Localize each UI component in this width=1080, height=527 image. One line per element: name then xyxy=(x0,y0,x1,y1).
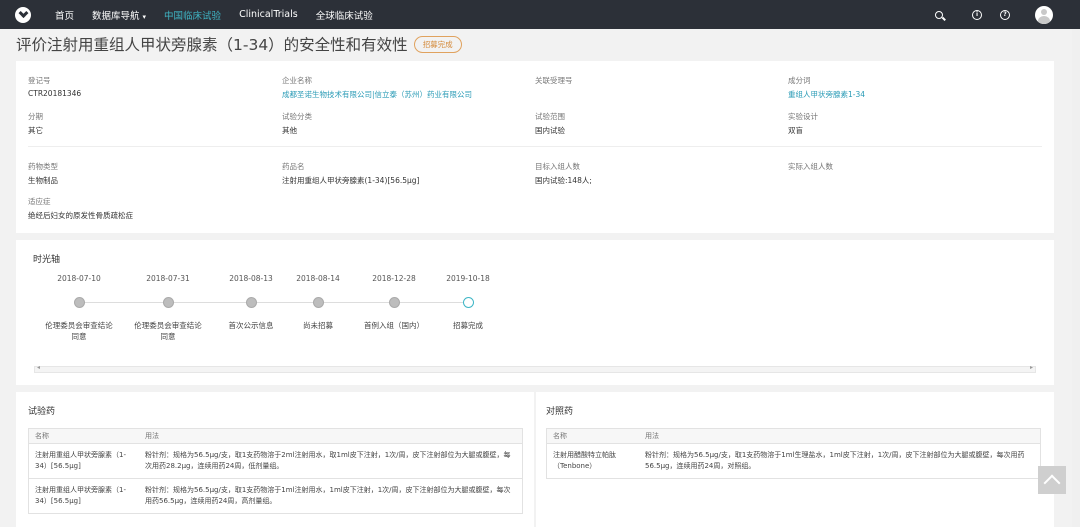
timeline-date: 2018-07-10 xyxy=(57,274,101,283)
scope-value: 国内试验 xyxy=(535,126,565,135)
search-icon[interactable] xyxy=(933,9,945,21)
timeline-event-text: 伦理委员会审查结论同意 xyxy=(134,321,202,341)
drug-name-cell: 注射用重组人甲状旁腺素（1-34）[56.5μg] xyxy=(35,486,126,505)
drug-usage-cell: 粉针剂：规格为56.5μg/支，取1支药物溶于2ml注射用水，取1ml皮下注射，… xyxy=(145,451,511,470)
avatar[interactable] xyxy=(1035,5,1053,24)
timeline-event: 2019-10-18 招募完成 xyxy=(423,274,513,331)
table-row: 注射用重组人甲状旁腺素（1-34）[56.5μg] 粉针剂：规格为56.5μg/… xyxy=(29,479,522,514)
drug-name-value: 注射用重组人甲状旁腺素(1-34)[56.5μg] xyxy=(282,176,420,185)
timeline-event-text: 伦理委员会审查结论同意 xyxy=(45,321,113,341)
phase-label: 分期 xyxy=(28,112,43,121)
timeline-dot[interactable] xyxy=(162,297,174,308)
timeline-title: 时光轴 xyxy=(33,255,61,265)
trial-drug-table: 名称 用法 注射用重组人甲状旁腺素（1-34）[56.5μg] 粉针剂：规格为5… xyxy=(28,428,523,514)
page-title: 评价注射用重组人甲状旁腺素（1-34）的安全性和有效性 xyxy=(16,36,408,54)
divider xyxy=(28,146,1042,147)
nav-china-trials[interactable]: 中国临床试验 xyxy=(164,8,221,22)
nav-db-dropdown[interactable]: 数据库导航 ▾ xyxy=(92,8,146,22)
timeline-dot[interactable] xyxy=(388,297,400,308)
top-navbar: 首页 数据库导航 ▾ 中国临床试验 ClinicalTrials 全球临床试验 i… xyxy=(0,0,1080,29)
back-to-top-button[interactable] xyxy=(1038,466,1066,494)
drug-usage-cell: 粉针剂：规格为56.5μg/支，取1支药物溶于1ml生理盐水，1ml皮下注射，1… xyxy=(645,451,1025,470)
table-row: 注射用重组人甲状旁腺素（1-34）[56.5μg] 粉针剂：规格为56.5μg/… xyxy=(29,444,522,479)
col-usage-header: 用法 xyxy=(145,432,159,440)
timeline-date: 2018-07-31 xyxy=(146,274,190,283)
reg-no-label: 登记号 xyxy=(28,76,51,85)
component-link[interactable]: 重组人甲状旁腺素1-34 xyxy=(788,89,865,100)
timeline-dot[interactable] xyxy=(73,297,85,308)
scroll-left-icon[interactable]: ◂ xyxy=(37,364,40,371)
trial-type-label: 试验分类 xyxy=(282,112,312,121)
timeline-dot[interactable] xyxy=(312,297,324,308)
design-value: 双盲 xyxy=(788,126,803,135)
drug-type-value: 生物制品 xyxy=(28,176,58,185)
drug-type-label: 药物类型 xyxy=(28,162,58,171)
design-label: 实验设计 xyxy=(788,112,818,121)
page-title-row: 评价注射用重组人甲状旁腺素（1-34）的安全性和有效性 招募完成 xyxy=(16,33,462,55)
col-name-header: 名称 xyxy=(553,432,567,440)
control-drug-title: 对照药 xyxy=(546,407,574,417)
lightbulb-icon[interactable]: i xyxy=(971,9,983,21)
trial-drug-card: 试验药 名称 用法 注射用重组人甲状旁腺素（1-34）[56.5μg] 粉针剂：… xyxy=(16,392,534,527)
table-row: 注射用醋酸特立帕肽（Tenbone） 粉针剂：规格为56.5μg/支，取1支药物… xyxy=(547,444,1040,479)
chevron-down-icon: ▾ xyxy=(142,12,147,21)
nav-home[interactable]: 首页 xyxy=(55,8,74,22)
logo-icon[interactable] xyxy=(15,6,31,23)
vertical-scrollbar[interactable] xyxy=(1072,29,1080,527)
timeline-dot[interactable] xyxy=(462,297,474,308)
col-usage-header: 用法 xyxy=(645,432,659,440)
table-header: 名称 用法 xyxy=(29,429,522,444)
status-badge: 招募完成 xyxy=(413,35,462,53)
target-enroll-value: 国内试验:148人; xyxy=(535,176,592,185)
indication-label: 适应症 xyxy=(28,197,51,206)
nav-clinicaltrials[interactable]: ClinicalTrials xyxy=(239,9,298,20)
scope-label: 试验范围 xyxy=(535,112,565,121)
company-label: 企业名称 xyxy=(282,76,312,85)
chevron-up-icon xyxy=(1043,474,1061,492)
col-name-header: 名称 xyxy=(35,432,49,440)
trial-type-value: 其他 xyxy=(282,126,297,135)
table-header: 名称 用法 xyxy=(547,429,1040,444)
target-enroll-label: 目标入组人数 xyxy=(535,162,580,171)
timeline-card: 时光轴 2018-07-10 伦理委员会审查结论同意 2018-07-31 伦理委员会… xyxy=(16,240,1054,385)
drug-name-cell: 注射用重组人甲状旁腺素（1-34）[56.5μg] xyxy=(35,451,126,470)
scroll-right-icon[interactable]: ▸ xyxy=(1030,364,1033,371)
timeline-event-text: 招募完成 xyxy=(453,321,483,330)
component-label: 成分词 xyxy=(788,76,811,85)
timeline-date: 2019-10-18 xyxy=(446,274,490,283)
drug-name-cell: 注射用醋酸特立帕肽（Tenbone） xyxy=(553,451,616,470)
timeline-dot[interactable] xyxy=(245,297,257,308)
horizontal-scrollbar[interactable]: ◂ ▸ xyxy=(34,364,1036,373)
nav-right-tools: i ? xyxy=(917,5,1080,24)
company-link[interactable]: 成都圣诺生物技术有限公司|信立泰（苏州）药业有限公司 xyxy=(282,89,472,100)
phase-value: 其它 xyxy=(28,126,43,135)
indication-value: 绝经后妇女的原发性骨质疏松症 xyxy=(28,211,133,220)
control-drug-table: 名称 用法 注射用醋酸特立帕肽（Tenbone） 粉针剂：规格为56.5μg/支… xyxy=(546,428,1041,479)
actual-enroll-label: 实际入组人数 xyxy=(788,162,833,171)
nav-global-trials[interactable]: 全球临床试验 xyxy=(316,8,373,22)
drug-usage-cell: 粉针剂：规格为56.5μg/支，取1支药物溶于1ml注射用水，1ml皮下注射，1… xyxy=(145,486,511,505)
nav-db-label: 数据库导航 xyxy=(92,10,140,22)
help-icon[interactable]: ? xyxy=(999,9,1011,21)
control-drug-card: 对照药 名称 用法 注射用醋酸特立帕肽（Tenbone） 粉针剂：规格为56.5… xyxy=(536,392,1054,527)
timeline-event: 2018-07-31 伦理委员会审查结论同意 xyxy=(123,274,213,342)
trial-drug-title: 试验药 xyxy=(28,407,56,417)
related-no-label: 关联受理号 xyxy=(535,76,573,85)
trial-info-card: 登记号 CTR20181346 企业名称 成都圣诺生物技术有限公司|信立泰（苏州… xyxy=(16,61,1054,233)
reg-no-value: CTR20181346 xyxy=(28,89,82,98)
drug-name-label: 药品名 xyxy=(282,162,305,171)
timeline-event: 2018-07-10 伦理委员会审查结论同意 xyxy=(34,274,124,342)
